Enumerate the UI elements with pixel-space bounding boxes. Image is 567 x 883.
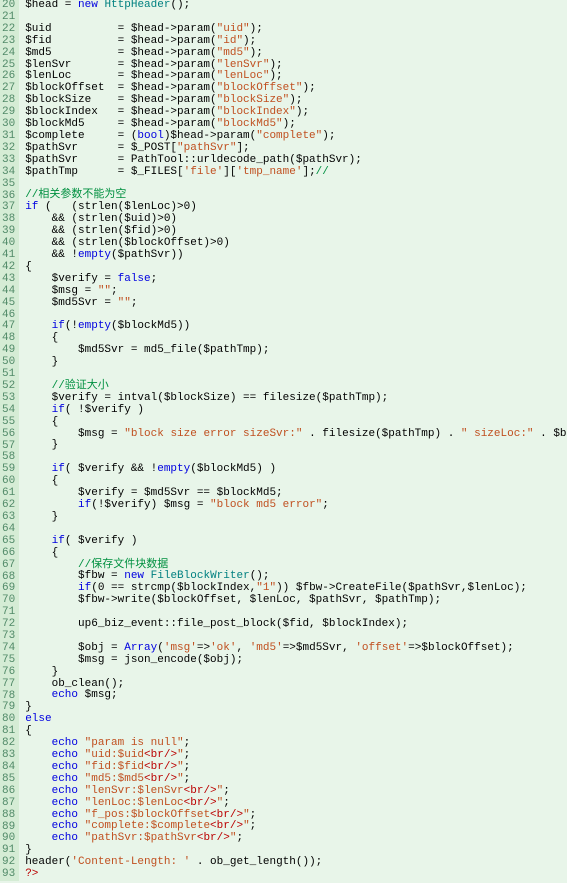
- code-line: $pathTmp = $_FILES['file']['tmp_name'];/…: [25, 167, 567, 179]
- code-line: }: [25, 440, 567, 452]
- line-number: 35: [2, 179, 15, 191]
- code-area[interactable]: $head = new HttpHeader();$uid = $head->p…: [19, 0, 567, 881]
- line-number: 22: [2, 24, 15, 36]
- code-line: header('Content-Length: ' . ob_get_lengt…: [25, 857, 567, 869]
- code-line: ?>: [25, 869, 567, 881]
- code-line: if( !$verify ): [25, 405, 567, 417]
- code-line: }: [25, 357, 567, 369]
- line-number: 33: [2, 155, 15, 167]
- code-line: echo $msg;: [25, 690, 567, 702]
- code-line: if(!$verify) $msg = "block md5 error";: [25, 500, 567, 512]
- line-number: 86: [2, 786, 15, 798]
- line-number: 34: [2, 167, 15, 179]
- line-number: 23: [2, 36, 15, 48]
- line-number: 43: [2, 274, 15, 286]
- line-number: 64: [2, 524, 15, 536]
- code-line: up6_biz_event::file_post_block($fid, $bl…: [25, 619, 567, 631]
- code-line: if( $verify ): [25, 536, 567, 548]
- line-number: 88: [2, 810, 15, 822]
- line-number: 32: [2, 143, 15, 155]
- code-line: $md5Svr = "";: [25, 298, 567, 310]
- line-number: 54: [2, 405, 15, 417]
- line-number: 66: [2, 548, 15, 560]
- code-line: $md5Svr = md5_file($pathTmp);: [25, 345, 567, 357]
- code-editor: 2021222324252627282930313233343536373839…: [0, 0, 567, 881]
- line-number: 24: [2, 48, 15, 60]
- code-line: $head = new HttpHeader();: [25, 0, 567, 12]
- line-number: 87: [2, 798, 15, 810]
- code-line: else: [25, 714, 567, 726]
- line-number: 67: [2, 560, 15, 572]
- line-number: 75: [2, 655, 15, 667]
- line-number: 44: [2, 286, 15, 298]
- code-line: if(!empty($blockMd5)): [25, 321, 567, 333]
- line-number: 93: [2, 869, 15, 881]
- line-number-gutter: 2021222324252627282930313233343536373839…: [0, 0, 19, 881]
- code-line: $fbw->write($blockOffset, $lenLoc, $path…: [25, 595, 567, 607]
- line-number: 77: [2, 679, 15, 691]
- line-number: 56: [2, 429, 15, 441]
- line-number: 55: [2, 417, 15, 429]
- code-line: }: [25, 702, 567, 714]
- code-line: if( $verify && !empty($blockMd5) ): [25, 464, 567, 476]
- code-line: $msg = "block size error sizeSvr:" . fil…: [25, 429, 567, 441]
- line-number: 65: [2, 536, 15, 548]
- line-number: 45: [2, 298, 15, 310]
- code-line: && !empty($pathSvr)): [25, 250, 567, 262]
- code-line: echo "pathSvr:$pathSvr<br/>";: [25, 833, 567, 845]
- line-number: 76: [2, 667, 15, 679]
- code-line: $msg = json_encode($obj);: [25, 655, 567, 667]
- code-line: }: [25, 512, 567, 524]
